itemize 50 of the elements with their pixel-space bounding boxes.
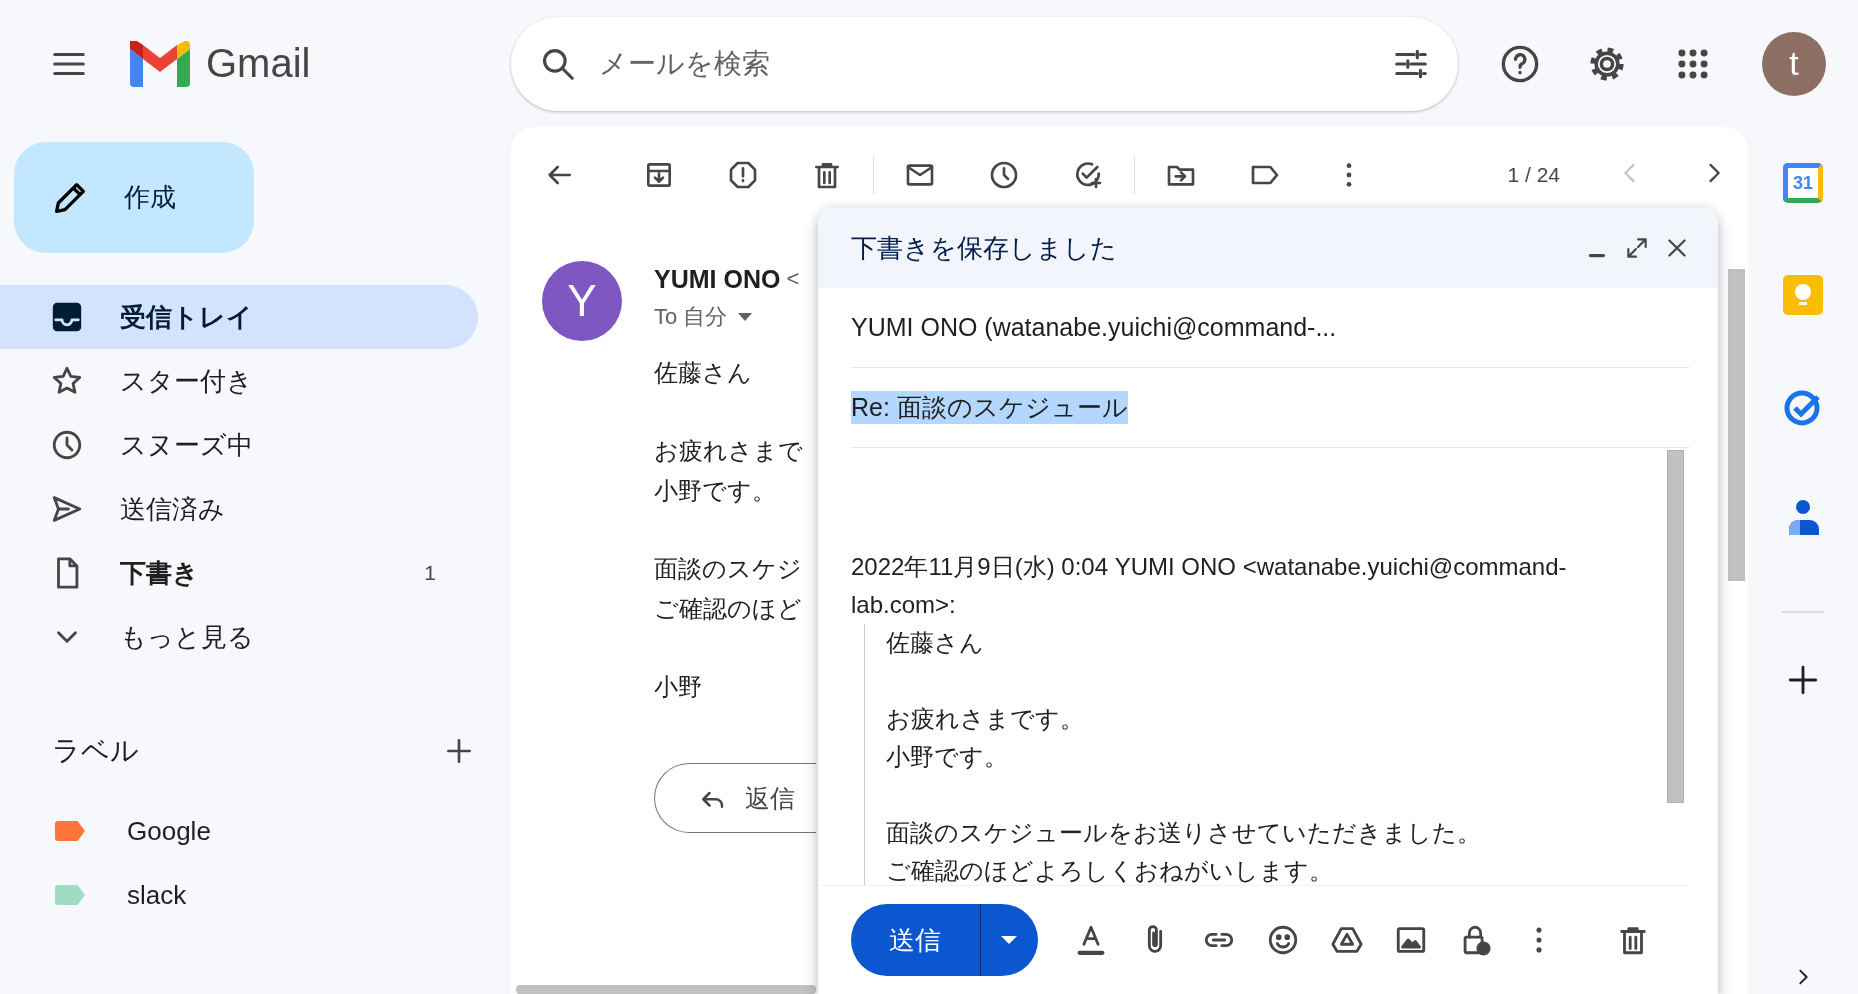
label-name[interactable]: Google bbox=[127, 815, 211, 847]
nav-item[interactable]: 受信トレイ bbox=[0, 285, 478, 349]
sender-email: < bbox=[786, 266, 800, 292]
send-button[interactable]: 送信 bbox=[851, 904, 1038, 976]
clock-icon bbox=[50, 428, 84, 462]
sender-avatar: Y bbox=[542, 261, 622, 341]
nav-item[interactable]: 送信済み bbox=[0, 477, 478, 541]
expand-icon[interactable] bbox=[1624, 235, 1650, 261]
reply-button[interactable]: 返信 bbox=[654, 763, 816, 833]
quoted-line: お疲れさまです。 bbox=[886, 704, 1085, 734]
compose-button[interactable]: 作成 bbox=[14, 142, 254, 253]
compose-title: 下書きを保存しました bbox=[851, 231, 1118, 265]
subject-field[interactable]: Re: 面談のスケジュール bbox=[851, 391, 1128, 424]
quoted-line: 佐藤さん bbox=[886, 628, 985, 658]
help-icon[interactable] bbox=[1500, 43, 1540, 84]
nav-item[interactable]: スター付き bbox=[0, 349, 478, 413]
sender-name: YUMI ONO bbox=[654, 264, 781, 294]
nav-item[interactable]: スヌーズ中 bbox=[0, 413, 478, 477]
label-name[interactable]: slack bbox=[127, 879, 187, 911]
message-line: 佐藤さん bbox=[654, 358, 753, 388]
message-line: 面談のスケジ bbox=[654, 554, 803, 584]
calendar-icon[interactable]: 31 bbox=[1783, 163, 1823, 203]
scrollbar-thumb[interactable] bbox=[1728, 269, 1745, 581]
labels-heading: ラベル bbox=[52, 734, 139, 768]
nav-item[interactable]: 下書き 1 bbox=[0, 541, 478, 605]
quoted-line: ご確認のほどよろしくおねがいします。 bbox=[886, 856, 1334, 885]
quoted-line: 小野です。 bbox=[886, 742, 1009, 772]
add-icon[interactable] bbox=[1786, 663, 1820, 697]
inbox-icon bbox=[50, 300, 84, 334]
scrollbar-thumb[interactable] bbox=[516, 985, 816, 994]
message-line: 小野です。 bbox=[654, 476, 777, 506]
message-line: 小野 bbox=[654, 672, 703, 702]
quoted-line: 面談のスケジュールをお送りさせていただきました。 bbox=[886, 818, 1482, 848]
unread-count: 1 bbox=[424, 561, 436, 585]
caret-down-icon[interactable] bbox=[737, 312, 754, 322]
nav-item[interactable]: もっと見る bbox=[0, 605, 478, 669]
scrollbar-thumb[interactable] bbox=[1667, 450, 1684, 803]
account-avatar[interactable]: t bbox=[1762, 31, 1826, 96]
caret-down-icon[interactable] bbox=[1000, 935, 1019, 945]
app-name: Gmail bbox=[206, 41, 311, 86]
emoji-icon[interactable] bbox=[1266, 923, 1300, 957]
message-line: ご確認のほど bbox=[654, 594, 803, 624]
page-counter: 1 / 24 bbox=[1507, 162, 1560, 187]
search-bar[interactable]: メールを検索 bbox=[511, 16, 1458, 111]
quote-header: 2022年11月9日(水) 0:04 YUMI ONO <watanabe.yuichi@command-lab.com>: bbox=[851, 552, 1568, 620]
recipients-field[interactable]: YUMI ONO (watanabe.yuichi@command-... bbox=[851, 313, 1337, 342]
envelope-logo-icon bbox=[130, 40, 190, 87]
search-field[interactable]: メールを検索 bbox=[597, 46, 1372, 81]
recipient-label: To 自分 bbox=[654, 303, 728, 331]
message-line: お疲れさまで bbox=[654, 436, 804, 466]
